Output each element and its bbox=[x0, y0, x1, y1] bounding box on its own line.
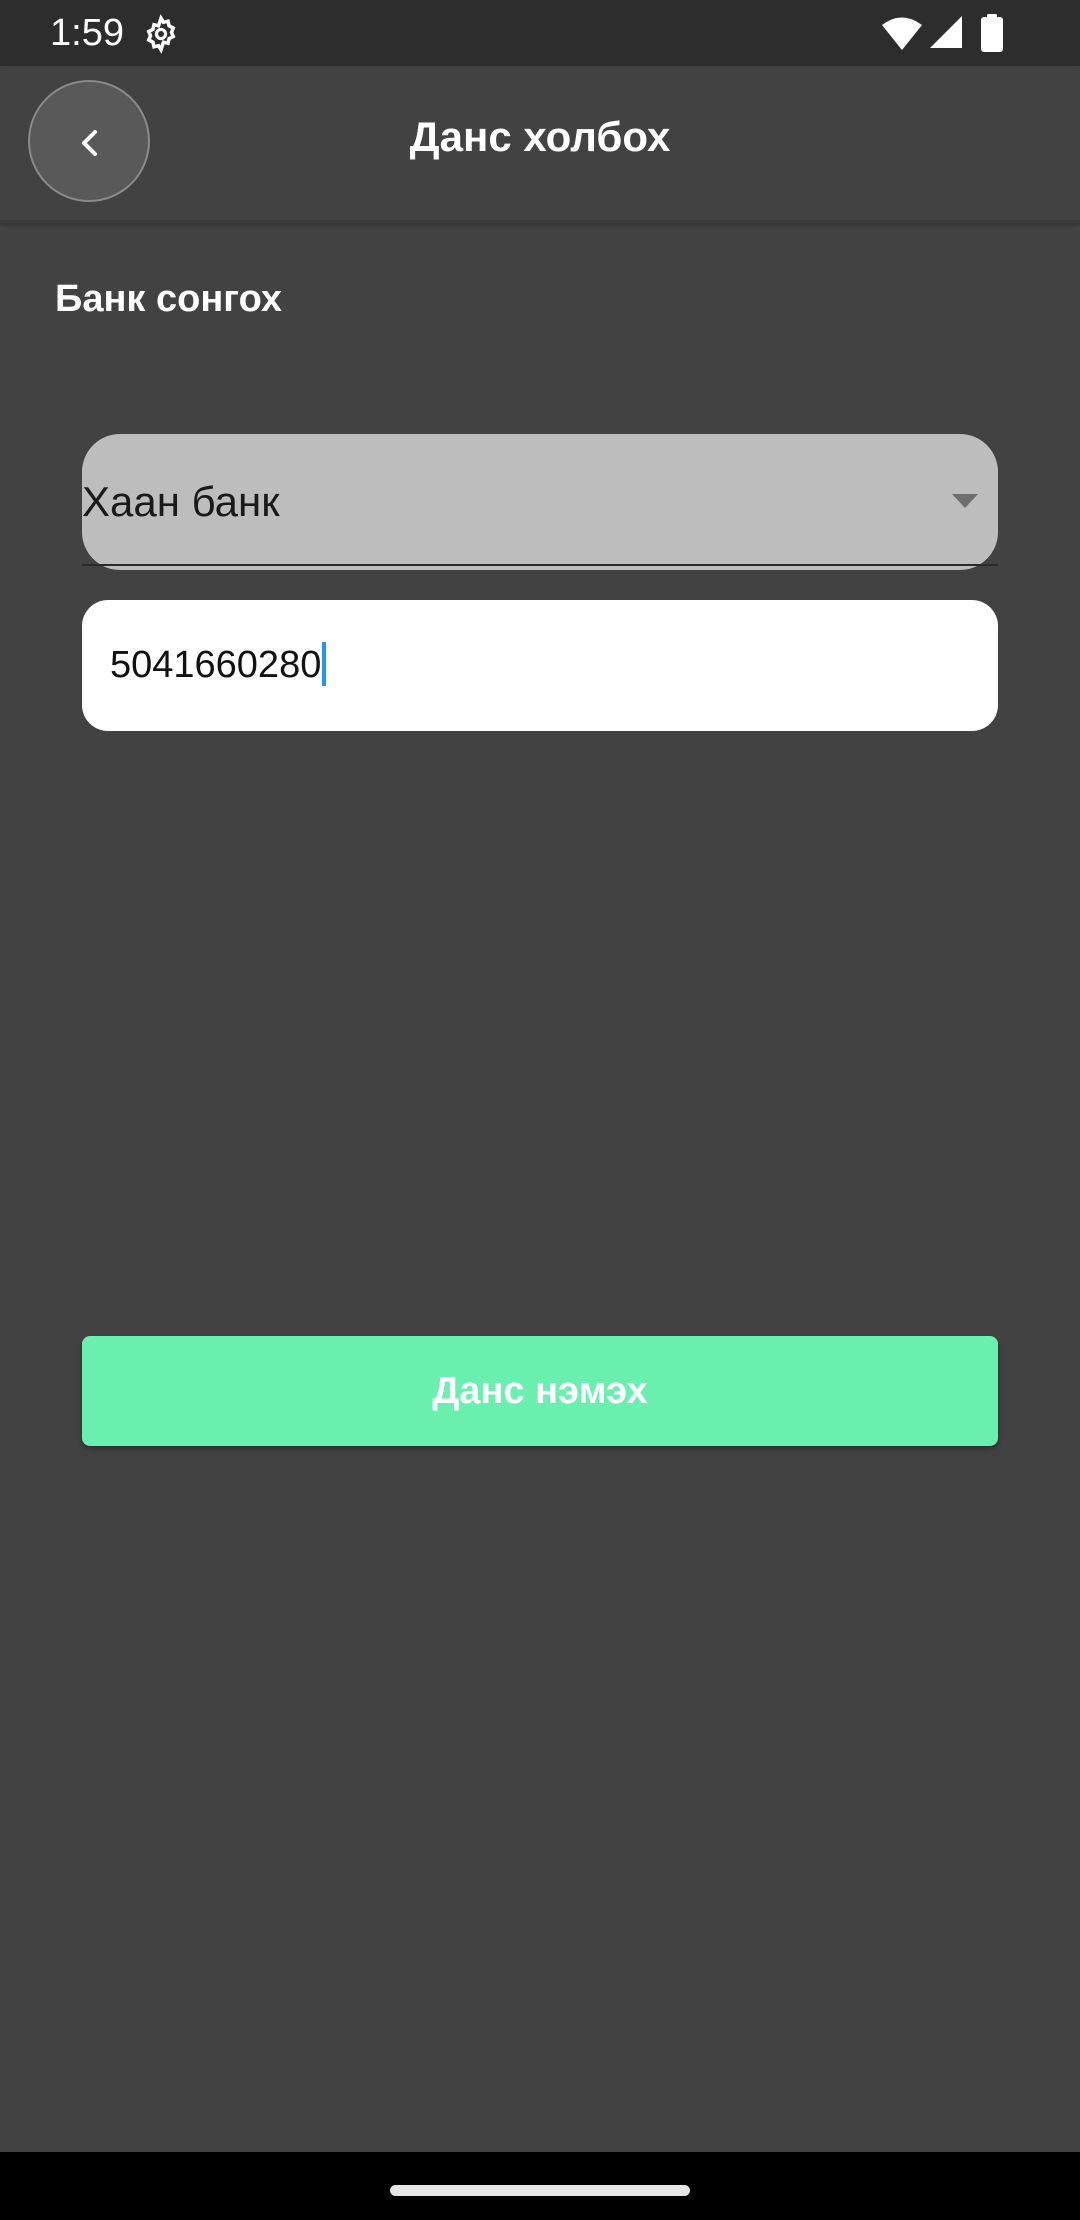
status-time: 1:59 bbox=[50, 12, 124, 54]
account-number-text: 5041660280 bbox=[110, 644, 322, 686]
bank-select-label: Банк сонгох bbox=[55, 278, 282, 320]
gear-icon bbox=[140, 13, 182, 55]
wifi-icon bbox=[880, 16, 924, 52]
battery-icon bbox=[980, 14, 1004, 52]
home-indicator[interactable] bbox=[390, 2185, 690, 2196]
status-bar: 1:59 bbox=[0, 0, 1080, 66]
page-title: Данс холбох bbox=[409, 113, 671, 160]
bank-select[interactable]: Хаан банк bbox=[82, 434, 998, 570]
signal-icon bbox=[928, 14, 964, 50]
account-number-input[interactable]: 5041660280 bbox=[82, 600, 998, 731]
bank-select-underline bbox=[82, 564, 998, 566]
account-number-value: 5041660280 bbox=[110, 640, 327, 690]
text-cursor bbox=[322, 641, 327, 686]
system-nav-bar bbox=[0, 2152, 1080, 2220]
app-bar: Данс холбох bbox=[0, 66, 1080, 223]
add-account-button[interactable]: Данс нэмэх bbox=[82, 1336, 998, 1446]
bank-select-value: Хаан банк bbox=[82, 478, 280, 525]
dropdown-arrow-icon bbox=[950, 492, 980, 510]
